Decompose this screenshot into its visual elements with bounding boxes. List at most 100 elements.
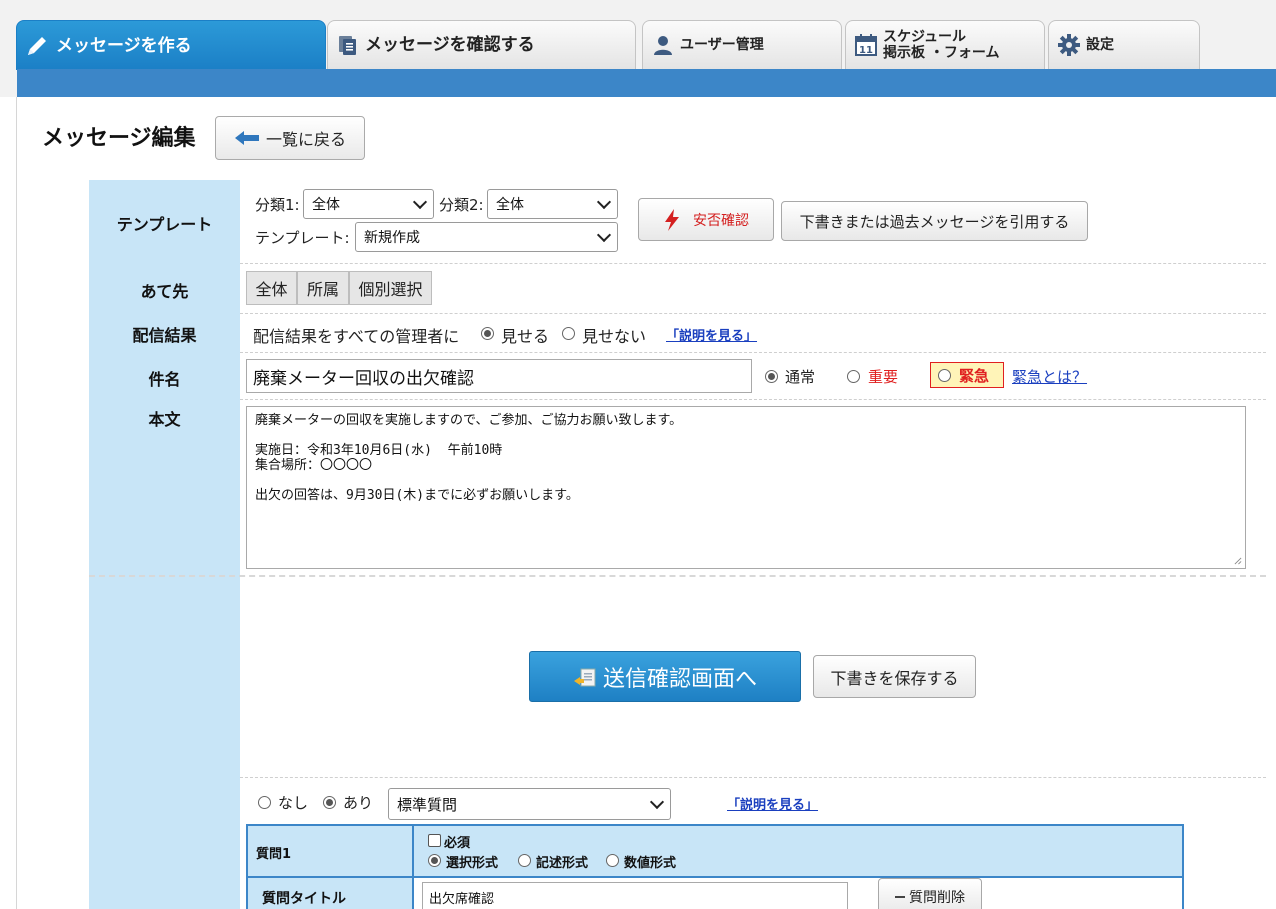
safety-check-button[interactable]: 安否確認	[638, 198, 774, 241]
category1-select[interactable]: 全体	[303, 189, 434, 219]
documents-icon	[336, 33, 360, 57]
recipient-all-button[interactable]: 全体	[246, 271, 297, 305]
back-label: 一覧に戻る	[265, 130, 346, 149]
priority-normal-label: 通常	[785, 368, 816, 386]
category1-label: 分類1:	[255, 196, 300, 214]
tab-label: メッセージを確認する	[365, 35, 535, 55]
chevron-down-icon	[649, 794, 665, 809]
result-hide-label: 見せない	[582, 327, 647, 346]
priority-normal-radio[interactable]	[765, 370, 778, 383]
back-to-list-button[interactable]: 一覧に戻る	[215, 116, 365, 160]
pencil-icon	[25, 35, 51, 57]
subject-row-label: 件名	[148, 370, 181, 389]
template-select[interactable]: 新規作成	[355, 222, 618, 252]
category2-label: 分類2:	[439, 196, 484, 214]
chevron-down-icon	[596, 194, 612, 209]
lightning-icon	[663, 208, 681, 232]
row-divider	[240, 399, 1266, 400]
template-value: 新規作成	[364, 230, 420, 246]
question-none-label: なし	[278, 794, 309, 812]
question-yes-radio[interactable]	[323, 796, 336, 809]
content-left-border	[16, 97, 17, 909]
chevron-down-icon	[412, 194, 428, 209]
tab-label: ユーザー管理	[680, 37, 764, 53]
body-textarea[interactable]: 廃棄メーターの回収を実施しますので、ご参加、ご協力お願い致します。 実施日：令和…	[246, 406, 1246, 569]
question-title-label: 質問タイトル	[262, 891, 346, 907]
tab-underline-bar	[17, 69, 1276, 97]
save-draft-button[interactable]: 下書きを保存する	[813, 655, 976, 698]
priority-urgent-box[interactable]: 緊急	[930, 362, 1004, 388]
tab-user-management[interactable]: ユーザー管理	[642, 20, 842, 69]
quote-draft-button[interactable]: 下書きまたは過去メッセージを引用する	[781, 201, 1088, 241]
minus-icon	[895, 896, 905, 898]
question1-header-cell: 質問1	[248, 826, 414, 876]
result-show-radio[interactable]	[481, 327, 494, 340]
result-hide-radio[interactable]	[562, 327, 575, 340]
row-divider	[240, 777, 1266, 778]
priority-urgent-label: 緊急	[959, 367, 990, 385]
user-icon	[651, 33, 675, 57]
tab-label-line2: 掲示板 ・フォーム	[883, 45, 1000, 61]
format-text-label: 記述形式	[536, 856, 589, 871]
chevron-down-icon	[596, 227, 612, 242]
urgent-help-link[interactable]: 緊急とは？	[1012, 366, 1087, 387]
row-divider	[240, 263, 1266, 264]
send-confirm-label: 送信確認画面へ	[602, 666, 757, 692]
send-document-icon	[573, 665, 599, 689]
page-title: メッセージ編集	[42, 126, 196, 151]
tab-label-line1: スケジュール	[883, 29, 967, 45]
resize-grip-icon[interactable]	[1234, 557, 1242, 565]
tab-schedule-board-form[interactable]: 11 スケジュール 掲示板 ・フォーム	[845, 20, 1045, 69]
question1-label: 質問1	[256, 847, 292, 862]
question-yes-label: あり	[343, 794, 374, 812]
recipient-individual-button[interactable]: 個別選択	[349, 271, 432, 305]
tab-check-messages[interactable]: メッセージを確認する	[327, 20, 636, 69]
question-table: 質問1 必須 選択形式 記述形式 数値形式 質問タイトル 出欠席確認 質問削除	[246, 824, 1184, 909]
arrow-left-icon	[234, 130, 260, 146]
question-none-radio[interactable]	[258, 796, 271, 809]
tab-label: メッセージを作る	[56, 35, 192, 56]
required-checkbox[interactable]	[428, 834, 441, 847]
tab-label: スケジュール 掲示板 ・フォーム	[883, 29, 999, 61]
row-divider	[240, 352, 1266, 353]
category1-value: 全体	[312, 197, 340, 213]
gear-icon	[1057, 33, 1081, 57]
required-label: 必須	[444, 836, 471, 851]
question-title-input[interactable]: 出欠席確認	[422, 882, 848, 909]
tab-label: 設定	[1086, 37, 1114, 53]
question-type-select[interactable]: 標準質問	[388, 788, 671, 820]
safety-check-label: 安否確認	[693, 212, 749, 229]
section-divider	[89, 575, 1266, 577]
send-confirm-button[interactable]: 送信確認画面へ	[529, 651, 801, 702]
template-row-label: テンプレート	[116, 215, 213, 234]
category2-select[interactable]: 全体	[487, 189, 618, 219]
result-help-link[interactable]: 「説明を見る」	[666, 325, 757, 344]
question-type-value: 標準質問	[397, 795, 458, 814]
tab-create-message[interactable]: メッセージを作る	[16, 20, 326, 70]
row-divider	[240, 313, 1266, 314]
subject-input[interactable]: 廃棄メーター回収の出欠確認	[246, 359, 752, 393]
tab-settings[interactable]: 設定	[1048, 20, 1200, 69]
category2-value: 全体	[496, 197, 524, 213]
result-description: 配信結果をすべての管理者に	[253, 327, 460, 346]
format-select-radio[interactable]	[428, 854, 441, 867]
question1-options-cell: 必須 選択形式 記述形式 数値形式	[414, 826, 1182, 876]
body-row-label: 本文	[148, 410, 181, 429]
format-select-label: 選択形式	[446, 856, 499, 871]
priority-urgent-radio[interactable]	[938, 369, 951, 382]
delete-question-button[interactable]: 質問削除	[878, 878, 982, 909]
question-title-header-cell: 質問タイトル	[248, 878, 414, 909]
delete-question-label: 質問削除	[909, 890, 965, 906]
result-row-label: 配信結果	[132, 326, 197, 345]
priority-important-radio[interactable]	[847, 370, 860, 383]
format-number-label: 数値形式	[624, 856, 677, 871]
recipient-row-label: あて先	[140, 282, 189, 301]
format-text-radio[interactable]	[518, 854, 531, 867]
recipient-group-button[interactable]: 所属	[297, 271, 349, 305]
format-number-radio[interactable]	[606, 854, 619, 867]
calendar-icon: 11	[854, 33, 878, 57]
question-help-link[interactable]: 「説明を見る」	[727, 794, 818, 813]
result-show-label: 見せる	[501, 327, 550, 346]
template-label: テンプレート:	[255, 229, 350, 247]
priority-important-label: 重要	[868, 368, 899, 386]
